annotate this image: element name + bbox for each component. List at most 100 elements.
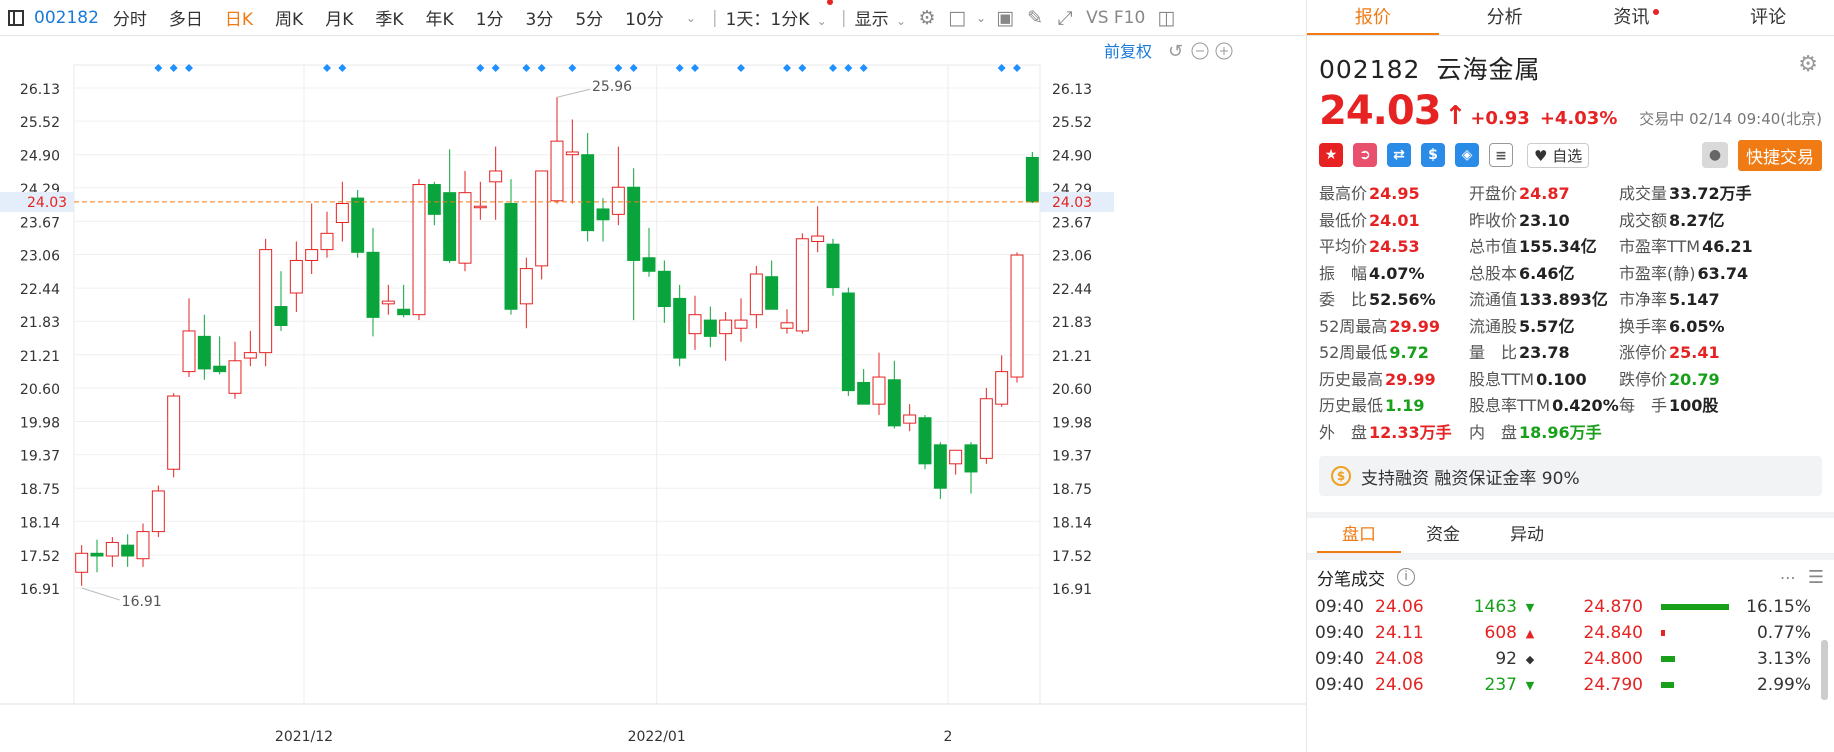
pencil-icon[interactable]: ✎ bbox=[1020, 7, 1050, 29]
stat-item: 流通值 133.893亿 bbox=[1469, 286, 1619, 310]
tick-time: 09:40 bbox=[1315, 623, 1364, 643]
margin-text: 支持融资 融资保证金率 90% bbox=[1361, 468, 1580, 489]
camera-icon[interactable]: ▣ bbox=[990, 7, 1020, 29]
period-tab[interactable]: 多日 bbox=[169, 5, 203, 30]
stat-label: 委 比 bbox=[1319, 290, 1368, 309]
candle-body bbox=[443, 192, 457, 261]
bell-icon[interactable]: ● bbox=[1702, 142, 1728, 168]
price-tick-left: 18.14 bbox=[20, 515, 60, 531]
shuffle-icon[interactable]: ⇄ bbox=[1387, 143, 1411, 167]
sub-tab[interactable]: 异动 bbox=[1485, 518, 1569, 553]
quote-tab[interactable]: 报价 bbox=[1307, 0, 1439, 35]
period-tab[interactable]: 年K bbox=[426, 5, 454, 30]
stat-label: 成交额 bbox=[1619, 210, 1668, 230]
quote-tab[interactable]: 资讯 bbox=[1571, 0, 1703, 35]
stock-code-link[interactable]: 002182 bbox=[34, 8, 99, 28]
tag-icon[interactable]: ◈ bbox=[1455, 143, 1479, 167]
info-icon[interactable]: i bbox=[1397, 568, 1415, 586]
stat-item: 最高价 24.95 bbox=[1319, 180, 1469, 204]
x-tick-label: 2 bbox=[944, 729, 953, 745]
menu-icon[interactable]: ☰ bbox=[1808, 567, 1824, 588]
stat-item: 市盈率TTM 46.21 bbox=[1619, 233, 1769, 257]
dollar-icon[interactable]: $ bbox=[1421, 143, 1445, 167]
stat-value: 0.100 bbox=[1536, 369, 1587, 389]
panel-toggle-icon[interactable]: ◫ bbox=[1151, 7, 1181, 29]
reset-icon[interactable]: ↺ bbox=[1168, 41, 1183, 62]
quote-tab-label: 报价 bbox=[1354, 7, 1391, 28]
stat-value: 24.87 bbox=[1519, 184, 1570, 203]
stat-label: 市净率 bbox=[1619, 290, 1668, 309]
candle-body bbox=[397, 308, 411, 316]
price-tick-left: 19.37 bbox=[20, 449, 60, 465]
stat-label: 每 手 bbox=[1619, 396, 1668, 415]
period-tabs: 分时 多日 日K 周K 月K 季K 年K 1分 3分 5分 10分 bbox=[113, 5, 686, 30]
adjust-mode-link[interactable]: 前复权 bbox=[1104, 42, 1152, 61]
stat-label: 最高价 bbox=[1319, 184, 1368, 203]
quick-trade-button[interactable]: 快捷交易 bbox=[1738, 139, 1822, 171]
candle-body bbox=[151, 490, 165, 533]
price-tick-left: 23.06 bbox=[20, 248, 60, 264]
chevron-down-icon[interactable]: ⌄ bbox=[972, 11, 990, 25]
stat-item: 市净率 5.147 bbox=[1619, 286, 1769, 310]
square-select-icon[interactable]: □ bbox=[942, 7, 972, 29]
price-tick-right: 21.21 bbox=[1052, 349, 1092, 365]
price-tick-right: 19.98 bbox=[1052, 416, 1092, 432]
stat-value: 18.96万手 bbox=[1519, 422, 1602, 442]
period-tab[interactable]: 周K bbox=[275, 5, 303, 30]
stock-title: 002182 云海金属 bbox=[1319, 50, 1822, 86]
stat-label: 外 盘 bbox=[1319, 422, 1368, 442]
runner-icon[interactable]: ➲ bbox=[1353, 143, 1377, 167]
price-tick-left: 18.75 bbox=[20, 482, 60, 498]
sidebar-toggle-icon[interactable] bbox=[8, 9, 24, 26]
multi-period-select[interactable]: 1天：1分K ⌄ bbox=[726, 0, 833, 30]
kline-chart[interactable]: 26.13 26.1325.52 25.5224.90 24.9024.29 24.29… bbox=[0, 37, 1306, 752]
ticks-scrollbar[interactable] bbox=[1821, 640, 1828, 700]
period-tab[interactable]: 5分 bbox=[575, 5, 603, 30]
stat-item: 流通股 5.57亿 bbox=[1469, 313, 1619, 337]
price-tick-right: 20.60 bbox=[1052, 382, 1092, 398]
tick-volume: 92 bbox=[1495, 649, 1517, 669]
depth-price: 24.800 bbox=[1583, 649, 1643, 669]
stat-label: 52周最低 bbox=[1319, 343, 1388, 362]
triangle-down-icon: ▼ bbox=[1525, 678, 1535, 692]
current-price-tag-left: 24.03 bbox=[27, 195, 67, 211]
depth-bar bbox=[1661, 682, 1674, 688]
period-tab[interactable]: 分时 bbox=[113, 5, 147, 30]
candle-body bbox=[167, 395, 181, 470]
period-tab[interactable]: 10分 bbox=[625, 5, 664, 30]
depth-pct: 0.77% bbox=[1756, 623, 1811, 643]
more-icon[interactable]: ⋯ bbox=[1780, 568, 1796, 587]
gear-icon[interactable]: ⚙ bbox=[912, 7, 942, 29]
stat-label: 总股本 bbox=[1469, 263, 1518, 283]
fullscreen-icon[interactable]: ⤢ bbox=[1050, 7, 1080, 29]
sub-tab[interactable]: 盘口 bbox=[1317, 518, 1401, 553]
price-tick-left: 23.67 bbox=[20, 215, 60, 231]
stat-label: 最低价 bbox=[1319, 210, 1368, 230]
candle-body bbox=[903, 414, 917, 424]
period-tab[interactable]: 季K bbox=[375, 5, 403, 30]
candle-body bbox=[872, 376, 886, 405]
display-select[interactable]: 显示 ⌄ bbox=[855, 5, 906, 30]
vs-f10-button[interactable]: VS F10 bbox=[1086, 8, 1145, 28]
period-tab[interactable]: 月K bbox=[325, 5, 353, 30]
period-tab[interactable]: 3分 bbox=[526, 5, 554, 30]
period-tab[interactable]: 1分 bbox=[476, 5, 504, 30]
tick-price: 24.06 bbox=[1375, 597, 1424, 617]
candle-body bbox=[550, 140, 564, 202]
quote-tab[interactable]: 评论 bbox=[1702, 0, 1834, 35]
period-more-icon[interactable]: ⌄ bbox=[686, 11, 696, 25]
sub-tab[interactable]: 资金 bbox=[1401, 518, 1485, 553]
depth-pct: 2.99% bbox=[1756, 675, 1811, 695]
price-tick-right: 18.75 bbox=[1052, 482, 1092, 498]
china-flag-icon[interactable]: ★ bbox=[1319, 143, 1343, 167]
candle-body bbox=[136, 531, 150, 560]
gear-icon[interactable]: ⚙ bbox=[1798, 52, 1818, 77]
stat-item: 总市值 155.34亿 bbox=[1469, 233, 1619, 257]
depth-bar bbox=[1661, 630, 1665, 636]
stock-name: 云海金属 bbox=[1436, 55, 1541, 84]
stat-value: 133.893亿 bbox=[1519, 290, 1608, 309]
quote-tab[interactable]: 分析 bbox=[1439, 0, 1571, 35]
period-tab[interactable]: 日K bbox=[225, 5, 253, 30]
watchlist-button[interactable]: ♥ 自选 bbox=[1527, 142, 1590, 168]
notes-icon[interactable]: ≡ bbox=[1489, 143, 1513, 167]
